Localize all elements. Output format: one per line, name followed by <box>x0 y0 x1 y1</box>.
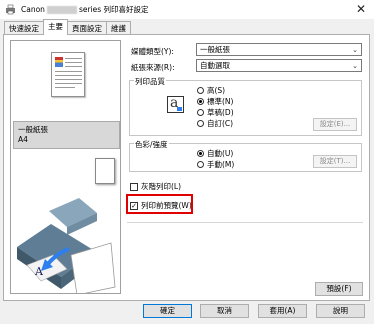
quality-standard-label: 標準(N) <box>207 97 234 106</box>
color-settings-button[interactable]: 設定(T)... <box>313 155 357 168</box>
tab-main[interactable]: 主要 <box>43 19 68 35</box>
document-preview-thumbnail <box>51 52 85 97</box>
printer-illustration-icon: A <box>17 198 116 293</box>
text-line <box>55 75 82 77</box>
quality-settings-button[interactable]: 設定(E)... <box>313 118 357 131</box>
quality-custom-label: 自訂(C) <box>207 119 234 128</box>
cancel-button[interactable]: 取消 <box>200 304 249 318</box>
window-title-prefix: Canon <box>21 5 45 14</box>
chevron-down-icon: ⌄ <box>352 45 358 54</box>
text-line <box>55 83 82 85</box>
quality-custom-radio[interactable]: 自訂(C) <box>197 118 233 129</box>
color-intensity-title: 色彩/強度 <box>134 139 169 150</box>
text-line <box>55 87 75 89</box>
media-type-select[interactable]: 一般紙張 ⌄ <box>196 43 362 56</box>
print-quality-title: 列印品質 <box>134 76 166 87</box>
radio-off <box>197 87 204 94</box>
radio-on <box>197 98 204 105</box>
tab-quick-setup[interactable]: 快速設定 <box>4 21 44 35</box>
quality-draft-radio[interactable]: 草稿(D) <box>197 107 234 118</box>
text-line <box>55 79 82 81</box>
quality-standard-radio[interactable]: 標準(N) <box>197 96 233 107</box>
text-line <box>65 58 82 60</box>
preview-media-name: 一般紙張 <box>18 125 48 134</box>
title-bar: Canon series 列印喜好設定 ✕ <box>0 0 374 19</box>
radio-off <box>197 109 204 116</box>
paper-source-value: 自動選取 <box>200 61 230 70</box>
grayscale-label: 灰階列印(L) <box>141 182 182 191</box>
media-type-label: 媒體類型(Y): <box>131 47 174 56</box>
quality-draft-label: 草稿(D) <box>207 108 234 117</box>
ok-button[interactable]: 確定 <box>143 304 192 318</box>
preview-image <box>55 57 63 67</box>
window-title: Canon series 列印喜好設定 <box>21 4 149 15</box>
help-button[interactable]: 說明 <box>316 304 365 318</box>
tab-page-setup[interactable]: 頁面設定 <box>67 21 107 35</box>
paper-source-label: 紙張來源(R): <box>131 63 175 72</box>
radio-on <box>197 150 204 157</box>
color-auto-label: 自動(U) <box>207 149 234 158</box>
text-line <box>55 71 82 73</box>
printer-app-icon <box>6 4 15 15</box>
color-auto-radio[interactable]: 自動(U) <box>197 148 233 159</box>
media-type-value: 一般紙張 <box>200 45 230 54</box>
media-info-box: 一般紙張 A4 <box>13 121 120 149</box>
paper-source-select[interactable]: 自動選取 ⌄ <box>196 59 362 72</box>
tab-strip: 快速設定 主要 頁面設定 維護 <box>4 19 131 35</box>
apply-button[interactable]: 套用(A) <box>258 304 307 318</box>
chevron-down-icon: ⌄ <box>352 61 358 70</box>
settings-preview: 一般紙張 A4 A <box>10 40 121 294</box>
window-title-suffix: series 列印喜好設定 <box>78 5 149 14</box>
tab-maintenance[interactable]: 維護 <box>106 21 131 35</box>
paper-orientation-icon <box>95 158 115 184</box>
divider <box>127 222 363 223</box>
highlight-frame <box>126 194 193 214</box>
preview-paper-size: A4 <box>18 135 28 144</box>
letter-a-icon: a <box>167 95 184 113</box>
radio-off <box>197 161 204 168</box>
text-line <box>65 62 82 64</box>
quality-high-radio[interactable]: 高(S) <box>197 85 225 96</box>
checkbox-unchecked <box>130 182 138 191</box>
radio-off <box>197 120 204 127</box>
defaults-button[interactable]: 預設(F) <box>315 282 363 296</box>
redacted-model <box>46 6 77 14</box>
text-line <box>65 66 82 68</box>
close-icon[interactable]: ✕ <box>354 2 368 16</box>
color-manual-label: 手動(M) <box>207 160 235 169</box>
color-manual-radio[interactable]: 手動(M) <box>197 159 234 170</box>
grayscale-checkbox[interactable]: 灰階列印(L) <box>130 181 181 192</box>
quality-high-label: 高(S) <box>207 86 226 95</box>
